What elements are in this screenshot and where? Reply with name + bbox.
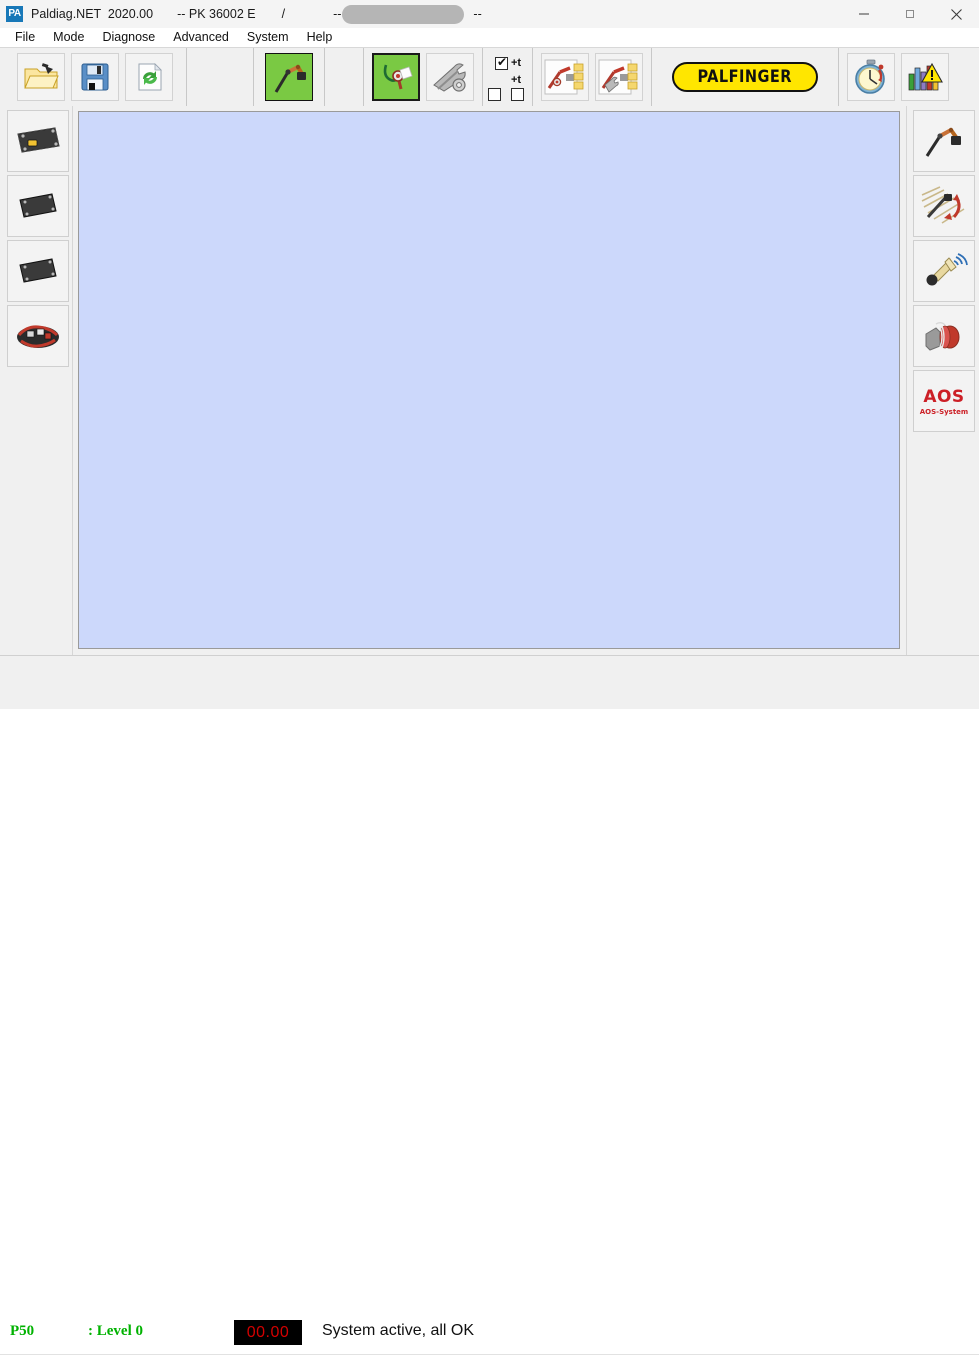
refresh-button[interactable] [125,53,173,101]
menu-item-file[interactable]: File [6,28,44,47]
maximize-button[interactable] [887,0,933,28]
menu-item-mode[interactable]: Mode [44,28,93,47]
open-file-button[interactable] [17,53,65,101]
rotation-arrows-icon [920,185,968,227]
stopwatch-icon [852,58,890,96]
toolbar: ✔ +t +t PALFINGER [0,48,979,107]
save-file-button[interactable] [71,53,119,101]
trace-time-3-checkbox[interactable] [488,88,501,101]
trace-time-2-label: +t [511,74,522,86]
bar-chart-warning-icon [906,60,944,94]
menu-item-system[interactable]: System [238,28,298,47]
toolbar-group-parameters [533,48,652,106]
trace-time-1-checkbox[interactable]: ✔ [495,55,508,70]
toolbar-group-crane [254,48,325,106]
crane-diagnose-folder-icon [544,58,586,96]
refresh-arrows-icon [133,61,165,93]
status-message: System active, all OK [322,1322,475,1339]
trace-time-1-label: +t [511,57,522,69]
operating-hours-button[interactable] [847,53,895,101]
ecu-module-1-button[interactable] [7,110,69,172]
status-level-label: : Level 0 [88,1323,143,1339]
rotation-function-button[interactable] [913,175,975,237]
menu-bar: File Mode Diagnose Advanced System Help [0,28,979,48]
ecu-module-labeled-icon [13,124,63,158]
cable-harness-button[interactable] [7,305,69,367]
cable-harness-icon [13,319,63,353]
crane-green-icon [268,56,310,98]
close-button[interactable] [933,0,979,28]
window-title-dashes-left: -- [333,7,342,21]
window-title-dashes-right: -- [473,7,482,21]
statistics-warning-button[interactable] [901,53,949,101]
check-mark-icon: ✔ [497,55,508,69]
write-parameters-button[interactable] [595,53,643,101]
crane-view-button[interactable] [265,53,313,101]
ecu-module-icon [16,256,60,286]
window-controls [841,0,979,28]
sidebar-left [4,106,72,370]
read-parameters-button[interactable] [541,53,589,101]
window-title-separator: / [281,7,286,21]
menu-item-diagnose[interactable]: Diagnose [93,28,164,47]
toolbar-spacer-2 [325,48,364,106]
toolbar-group-diagnose [364,48,483,106]
palfinger-logo-button[interactable]: PALFINGER [672,62,818,92]
ecu-module-3-button[interactable] [7,240,69,302]
toolbar-group-brand: PALFINGER [652,48,839,106]
status-position-label: P50 [10,1323,35,1339]
toolbar-group-checkboxes: ✔ +t +t [483,48,533,106]
toolbar-group-file [0,48,187,106]
open-folder-icon [23,62,59,92]
aos-system-button[interactable]: AOS AOS-System [913,370,975,432]
diagnose-button[interactable] [372,53,420,101]
emergency-stop-button[interactable] [913,305,975,367]
stethoscope-icon [376,57,416,97]
app-icon: PA [6,6,23,22]
toolbar-spacer-1 [187,48,254,106]
status-value-display: 00.00 [234,1320,302,1345]
horn-function-button[interactable] [913,240,975,302]
main-canvas[interactable] [78,111,900,649]
emergency-stop-icon [920,316,968,356]
service-tools-button[interactable] [426,53,474,101]
redacted-serial-blob [342,4,465,24]
floppy-save-icon [79,61,111,93]
crane-tools-folder-icon [598,58,640,96]
menu-item-help[interactable]: Help [298,28,342,47]
sidebar-right: AOS AOS-System [910,106,978,435]
status-value-text: 00.00 [246,1323,290,1341]
crane-icon [920,120,968,162]
window-title-machine: -- PK 36002 E [177,7,256,21]
palfinger-logo-text: PALFINGER [697,67,793,87]
horn-icon [920,251,968,291]
trace-time-2-checkbox[interactable] [511,88,524,101]
ecu-module-2-button[interactable] [7,175,69,237]
wrench-tools-icon [430,59,470,95]
crane-function-button[interactable] [913,110,975,172]
ecu-module-icon [16,191,60,221]
aos-logo-subtitle: AOS-System [919,407,969,416]
toolbar-group-monitor [839,48,957,106]
minimize-button[interactable] [841,0,887,28]
aos-logo-title: AOS [923,386,965,407]
window-title: Paldiag.NET 2020.00 [31,7,154,21]
status-bar: P50 : Level 0 00.00 System active, all O… [0,655,979,1355]
title-bar: PA Paldiag.NET 2020.00 -- PK 36002 E / -… [0,0,979,28]
menu-item-advanced[interactable]: Advanced [164,28,238,47]
work-area: AOS AOS-System [0,106,979,655]
